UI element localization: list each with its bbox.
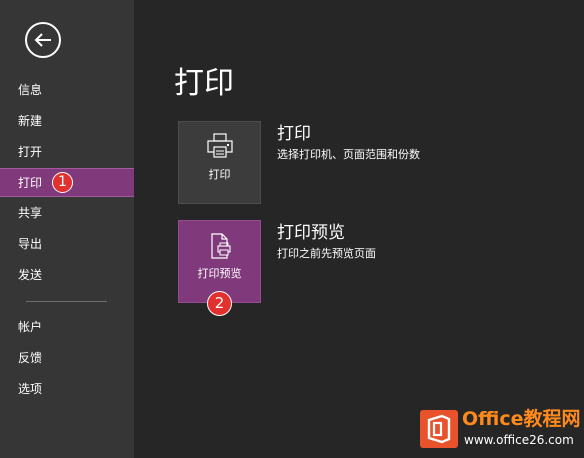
print-preview-tile-label: 打印预览 xyxy=(197,267,242,280)
page-title: 打印 xyxy=(174,66,234,101)
sidebar-item-info[interactable]: 信息 xyxy=(0,76,134,105)
sidebar-divider xyxy=(26,301,107,302)
sidebar-item-account[interactable]: 帐户 xyxy=(0,313,134,342)
printer-icon xyxy=(207,133,233,158)
sidebar-item-open[interactable]: 打开 xyxy=(0,138,134,167)
sidebar-item-label: 打印 xyxy=(18,176,43,190)
print-preview-icon xyxy=(211,233,231,259)
sidebar-item-share[interactable]: 共享 xyxy=(0,199,134,228)
print-button[interactable]: 打印 xyxy=(178,121,261,204)
print-option-description: 选择打印机、页面范围和份数 xyxy=(277,148,420,161)
sidebar-item-send[interactable]: 发送 xyxy=(0,261,134,290)
print-preview-option-description: 打印之前先预览页面 xyxy=(277,247,376,260)
callout-badge-2: 2 xyxy=(207,291,232,316)
backstage-window: 信息 新建 打开 打印 共享 导出 发送 帐户 反馈 选项 1 打印 打印 打印… xyxy=(0,0,584,458)
sidebar-item-export[interactable]: 导出 xyxy=(0,230,134,259)
office-logo-icon xyxy=(420,410,458,448)
print-tile-label: 打印 xyxy=(208,168,231,181)
print-option-title: 打印 xyxy=(277,124,311,144)
callout-badge-1: 1 xyxy=(52,172,73,193)
watermark-brand: Office教程网 xyxy=(462,408,581,430)
watermark-url: www.office26.com xyxy=(464,433,574,447)
sidebar: 信息 新建 打开 打印 共享 导出 发送 帐户 反馈 选项 xyxy=(0,0,134,458)
back-arrow-icon xyxy=(34,33,51,47)
watermark: Office教程网 www.office26.com xyxy=(420,406,584,452)
print-preview-option-title: 打印预览 xyxy=(277,223,345,243)
sidebar-item-options[interactable]: 选项 xyxy=(0,375,134,404)
sidebar-item-new[interactable]: 新建 xyxy=(0,107,134,136)
back-button[interactable] xyxy=(25,22,61,58)
sidebar-item-feedback[interactable]: 反馈 xyxy=(0,344,134,373)
